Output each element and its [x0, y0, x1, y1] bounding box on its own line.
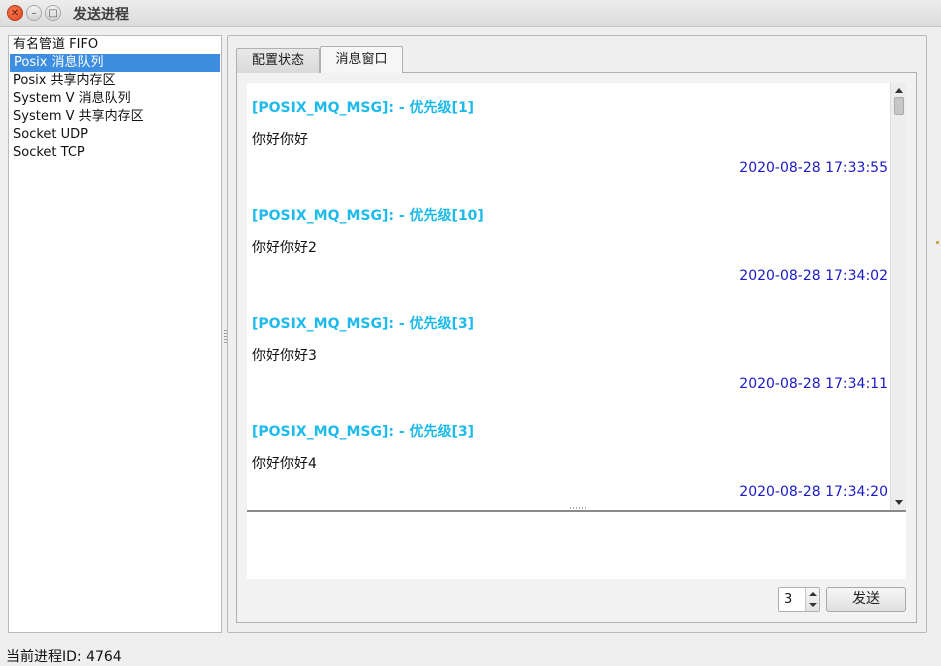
message-header: [POSIX_MQ_MSG]: - 优先级[3] [252, 424, 475, 440]
title-bar: ✕ – □ 发送进程 [0, 0, 941, 27]
ipc-method-list[interactable]: 有名管道 FIFO Posix 消息队列 Posix 共享内存区 System … [8, 35, 222, 633]
spin-up-icon[interactable] [809, 592, 817, 596]
splitter-grip-icon[interactable] [570, 507, 586, 509]
message-header: [POSIX_MQ_MSG]: - 优先级[3] [252, 316, 475, 332]
message-timestamp: 2020-08-28 17:34:11 [739, 376, 888, 392]
message-log-scrollbar[interactable] [890, 83, 906, 510]
list-item-fifo[interactable]: 有名管道 FIFO [9, 36, 221, 54]
minimize-icon[interactable]: – [26, 5, 42, 21]
spinbox-buttons[interactable] [805, 588, 819, 611]
window-title: 发送进程 [73, 7, 129, 23]
list-item-sysv-shm[interactable]: System V 共享内存区 [9, 108, 221, 126]
spin-down-icon[interactable] [809, 603, 817, 607]
tab-message-window[interactable]: 消息窗口 [320, 46, 403, 73]
list-item-posix-mq[interactable]: Posix 消息队列 [10, 54, 220, 72]
priority-spinbox[interactable]: 3 [778, 587, 820, 612]
message-input[interactable] [247, 512, 906, 579]
scrollbar-thumb[interactable] [894, 97, 904, 115]
edge-marker [936, 241, 939, 244]
tab-config-status[interactable]: 配置状态 [236, 48, 320, 73]
send-button[interactable]: 发送 [826, 587, 906, 612]
message-body: 你好你好4 [252, 456, 317, 472]
scroll-up-icon[interactable] [895, 88, 903, 93]
message-timestamp: 2020-08-28 17:33:55 [739, 160, 888, 176]
message-header: [POSIX_MQ_MSG]: - 优先级[10] [252, 208, 484, 224]
priority-value[interactable]: 3 [784, 592, 792, 607]
maximize-icon[interactable]: □ [45, 5, 61, 21]
message-log[interactable]: [POSIX_MQ_MSG]: - 优先级[1] 你好你好 2020-08-28… [247, 83, 906, 510]
close-icon[interactable]: ✕ [7, 5, 23, 21]
message-body: 你好你好 [252, 132, 308, 148]
list-item-posix-shm[interactable]: Posix 共享内存区 [9, 72, 221, 90]
list-item-sysv-mq[interactable]: System V 消息队列 [9, 90, 221, 108]
message-timestamp: 2020-08-28 17:34:02 [739, 268, 888, 284]
scroll-down-icon[interactable] [895, 500, 903, 505]
message-timestamp: 2020-08-28 17:34:20 [739, 484, 888, 500]
list-item-socket-udp[interactable]: Socket UDP [9, 126, 221, 144]
message-body: 你好你好2 [252, 240, 317, 256]
list-item-socket-tcp[interactable]: Socket TCP [9, 144, 221, 162]
status-pid: 当前进程ID: 4764 [6, 649, 122, 665]
message-header: [POSIX_MQ_MSG]: - 优先级[1] [252, 100, 475, 116]
message-body: 你好你好3 [252, 348, 317, 364]
